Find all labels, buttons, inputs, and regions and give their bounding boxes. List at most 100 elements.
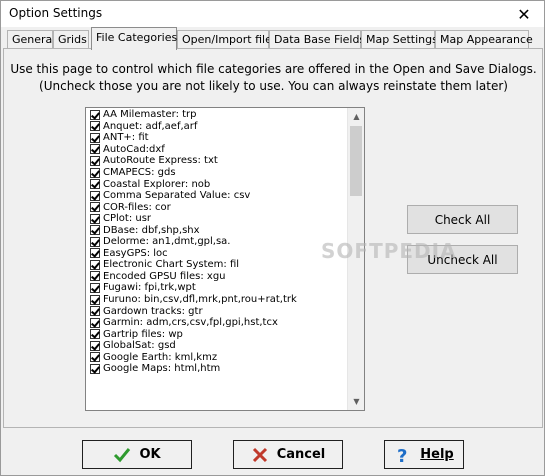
question-mark-icon: ?: [394, 446, 412, 464]
file-category-label: Anquet: adf,aef,arf: [103, 120, 198, 132]
file-category-item[interactable]: AutoCad:dxf: [86, 144, 348, 156]
tab-map-appearance[interactable]: Map Appearance: [435, 30, 533, 49]
file-category-label: Gartrip files: wp: [103, 328, 183, 340]
file-category-item[interactable]: AutoRoute Express: txt: [86, 155, 348, 167]
checkbox-checked[interactable]: [90, 202, 100, 213]
checkbox-checked[interactable]: [90, 294, 100, 305]
file-categories-items: AA Milemaster: trp Anquet: adf,aef,arf ANT…: [86, 109, 348, 375]
close-icon: ✕: [517, 4, 531, 24]
checkbox-checked[interactable]: [90, 236, 100, 247]
close-button[interactable]: ✕: [504, 1, 544, 27]
file-category-item[interactable]: AA Milemaster: trp: [86, 109, 348, 121]
file-category-label: AutoRoute Express: txt: [103, 155, 218, 167]
file-category-item[interactable]: Furuno: bin,csv,dfl,mrk,pnt,rou+rat,trk: [86, 294, 348, 306]
softpedia-watermark: SOFTPEDIA: [321, 239, 457, 263]
title-bar: Option Settings ✕: [1, 1, 544, 27]
file-category-item[interactable]: Gartrip files: wp: [86, 328, 348, 340]
file-category-label: Garmin: adm,crs,csv,fpl,gpi,hst,tcx: [103, 317, 278, 329]
file-category-label: AutoCad:dxf: [103, 143, 165, 155]
checkbox-checked[interactable]: [90, 259, 100, 270]
checkbox-checked[interactable]: [90, 121, 100, 132]
file-category-item[interactable]: Fugawi: fpi,trk,wpt: [86, 282, 348, 294]
checkbox-checked[interactable]: [90, 352, 100, 363]
file-category-label: Encoded GPSU files: xgu: [103, 270, 226, 282]
file-category-label: EasyGPS: loc: [103, 247, 168, 259]
file-category-label: DBase: dbf,shp,shx: [103, 224, 200, 236]
tab-bar: General Grids File Categories Open/Impor…: [3, 27, 543, 50]
check-all-button[interactable]: Check All: [407, 205, 518, 234]
description-line-1: Use this page to control which file cate…: [10, 62, 537, 76]
checkbox-checked[interactable]: [90, 306, 100, 317]
file-category-item[interactable]: Coastal Explorer: nob: [86, 178, 348, 190]
file-category-label: Electronic Chart System: fil: [103, 259, 240, 271]
file-category-item[interactable]: Comma Separated Value: csv: [86, 190, 348, 202]
tab-grids[interactable]: Grids: [53, 30, 89, 49]
checkbox-checked[interactable]: [90, 109, 100, 120]
file-category-label: Google Maps: html,htm: [103, 363, 221, 375]
tab-map-settings[interactable]: Map Settings: [361, 30, 438, 49]
file-category-item[interactable]: CMAPECS: gds: [86, 167, 348, 179]
file-category-label: ANT+: fit: [103, 132, 149, 144]
file-category-label: CPlot: usr: [103, 213, 152, 225]
tab-open-import-files[interactable]: Open/Import files: [177, 30, 278, 49]
checkbox-checked[interactable]: [90, 363, 100, 374]
help-button-label: Help: [420, 447, 454, 462]
ok-button-label: OK: [139, 447, 161, 462]
window-title: Option Settings: [9, 6, 103, 20]
checkbox-checked[interactable]: [90, 340, 100, 351]
tab-file-categories[interactable]: File Categories: [91, 27, 177, 50]
file-category-item[interactable]: Gardown tracks: gtr: [86, 305, 348, 317]
checkbox-checked[interactable]: [90, 317, 100, 328]
help-button[interactable]: ? Help: [384, 440, 464, 469]
file-category-label: COR-files: cor: [103, 201, 171, 213]
description-line-2: (Uncheck those you are not likely to use…: [39, 79, 508, 93]
checkbox-checked[interactable]: [90, 282, 100, 293]
cancel-button-label: Cancel: [276, 447, 326, 462]
file-category-item[interactable]: ANT+: fit: [86, 132, 348, 144]
file-category-item[interactable]: GlobalSat: gsd: [86, 340, 348, 352]
file-category-item[interactable]: Google Maps: html,htm: [86, 363, 348, 375]
check-mark-icon: [113, 446, 131, 464]
tab-data-base-fields[interactable]: Data Base Fields: [269, 30, 365, 49]
file-category-item[interactable]: Google Earth: kml,kmz: [86, 351, 348, 363]
checkbox-checked[interactable]: [90, 190, 100, 201]
checkbox-checked[interactable]: [90, 225, 100, 236]
file-category-label: Comma Separated Value: csv: [103, 190, 251, 202]
file-category-label: AA Milemaster: trp: [103, 109, 197, 121]
checkbox-checked[interactable]: [90, 329, 100, 340]
file-category-label: GlobalSat: gsd: [103, 340, 176, 352]
file-category-label: Fugawi: fpi,trk,wpt: [103, 282, 196, 294]
checkbox-checked[interactable]: [90, 248, 100, 259]
scrollbar-thumb[interactable]: [350, 126, 362, 196]
checkbox-checked[interactable]: [90, 155, 100, 166]
scroll-down-arrow-icon[interactable]: ▼: [348, 393, 364, 410]
scroll-up-arrow-icon[interactable]: ▲: [348, 108, 364, 125]
checkbox-checked[interactable]: [90, 271, 100, 282]
file-category-item[interactable]: DBase: dbf,shp,shx: [86, 224, 348, 236]
cancel-button[interactable]: Cancel: [233, 440, 343, 469]
file-category-item[interactable]: COR-files: cor: [86, 201, 348, 213]
description-text: Use this page to control which file cate…: [1, 61, 545, 95]
checkbox-checked[interactable]: [90, 179, 100, 190]
file-category-item[interactable]: Anquet: adf,aef,arf: [86, 121, 348, 133]
file-category-item[interactable]: Electronic Chart System: fil: [86, 259, 348, 271]
file-category-label: Google Earth: kml,kmz: [103, 351, 218, 363]
checkbox-checked[interactable]: [90, 144, 100, 155]
checkbox-checked[interactable]: [90, 213, 100, 224]
file-category-item[interactable]: EasyGPS: loc: [86, 248, 348, 260]
svg-text:?: ?: [397, 446, 407, 464]
option-settings-window: Option Settings ✕ General Grids File Cat…: [0, 0, 545, 476]
file-category-label: Coastal Explorer: nob: [103, 178, 211, 190]
file-category-item[interactable]: CPlot: usr: [86, 213, 348, 225]
checkbox-checked[interactable]: [90, 167, 100, 178]
tab-general[interactable]: General: [7, 30, 55, 49]
file-category-item[interactable]: Encoded GPSU files: xgu: [86, 271, 348, 283]
file-category-label: Delorme: an1,dmt,gpl,sa.: [103, 236, 231, 248]
cross-icon: [251, 446, 269, 464]
file-category-label: CMAPECS: gds: [103, 167, 176, 178]
ok-button[interactable]: OK: [82, 440, 192, 469]
file-category-label: Gardown tracks: gtr: [103, 305, 203, 317]
file-category-item[interactable]: Garmin: adm,crs,csv,fpl,gpi,hst,tcx: [86, 317, 348, 329]
checkbox-checked[interactable]: [90, 132, 100, 143]
file-category-item[interactable]: Delorme: an1,dmt,gpl,sa.: [86, 236, 348, 248]
